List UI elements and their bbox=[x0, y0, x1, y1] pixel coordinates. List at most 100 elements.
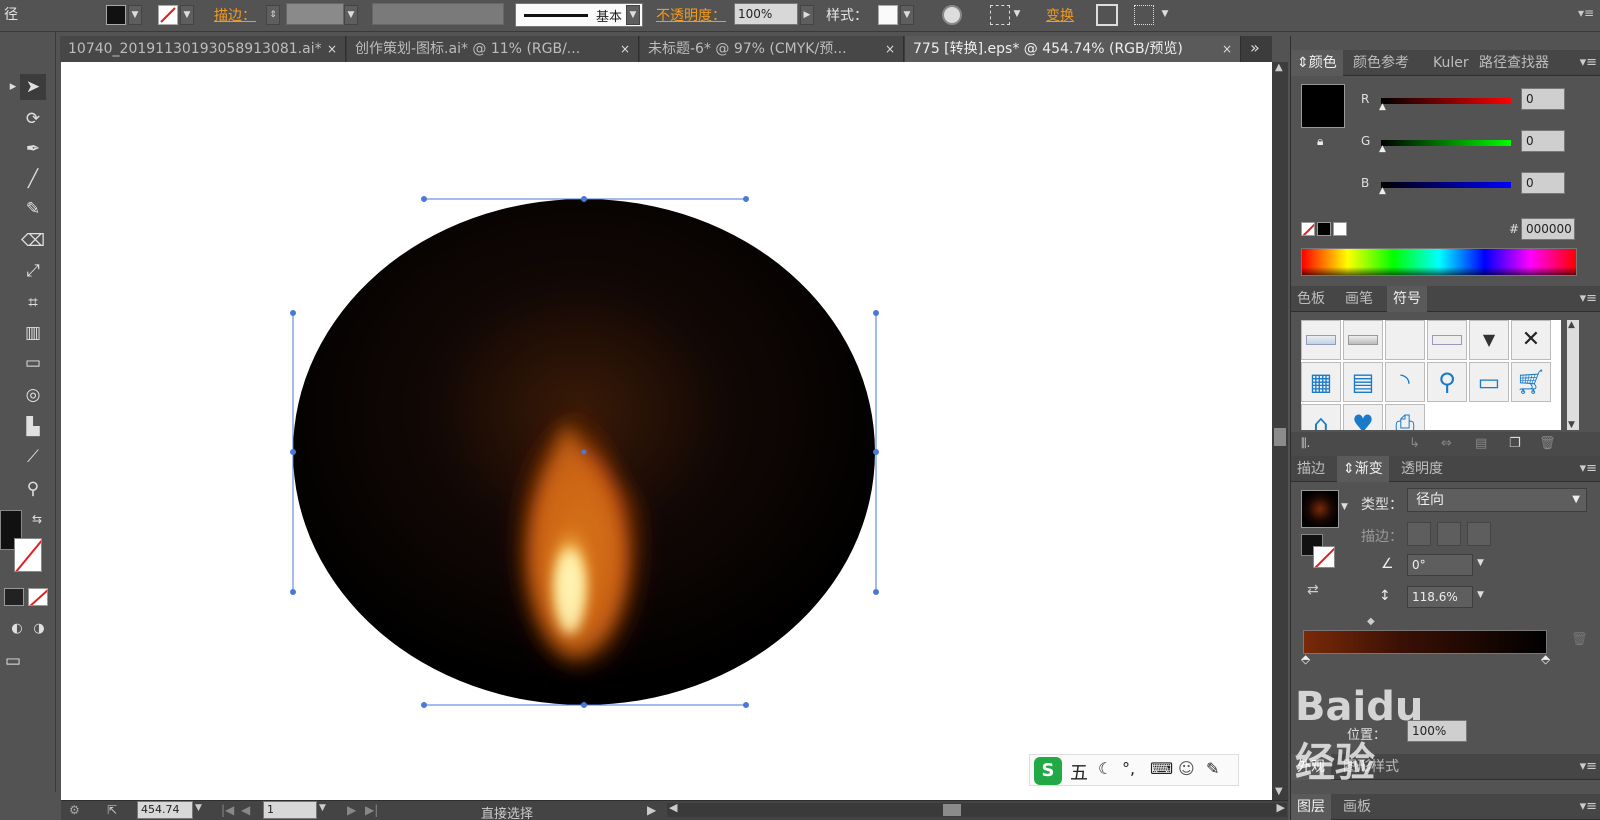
select-similar-dropdown[interactable]: ▼ bbox=[1158, 5, 1172, 25]
fill-dropdown[interactable]: ▼ bbox=[128, 5, 142, 25]
vertical-scrollbar[interactable]: ▲ ▼ bbox=[1272, 62, 1288, 800]
anchor-handle[interactable] bbox=[581, 196, 587, 202]
scroll-up-icon[interactable]: ▲ bbox=[1275, 62, 1283, 73]
align-dropdown[interactable]: ▼ bbox=[1010, 5, 1024, 25]
close-icon[interactable]: × bbox=[327, 36, 337, 62]
tab-document-2[interactable]: 创作策划-图标.ai* @ 11% (RGB/... × bbox=[347, 36, 639, 62]
wrench-icon[interactable]: ✎ bbox=[1206, 759, 1219, 778]
symbol-library-icon[interactable]: ⫼. bbox=[1301, 436, 1310, 451]
graphic-style-dropdown[interactable]: ▼ bbox=[900, 5, 914, 25]
anchor-handle[interactable] bbox=[743, 196, 749, 202]
select-similar-icon[interactable] bbox=[1134, 5, 1154, 25]
gradient-type-select[interactable]: 径向 ▼ bbox=[1407, 488, 1587, 512]
anchor-handle[interactable] bbox=[873, 449, 879, 455]
b-slider-thumb[interactable]: ▲ bbox=[1379, 186, 1386, 196]
close-icon[interactable]: × bbox=[620, 36, 630, 62]
r-slider[interactable] bbox=[1381, 98, 1511, 104]
gradient-stop-right[interactable]: ⬘ bbox=[1541, 652, 1550, 666]
credit-card-icon[interactable]: ▭ bbox=[1469, 362, 1509, 402]
stroke-weight-stepper[interactable]: ⇕ bbox=[266, 5, 280, 25]
panel-menu-icon[interactable]: ▾≡ bbox=[1580, 754, 1597, 780]
tab-artboards[interactable]: 画板 bbox=[1337, 794, 1377, 820]
tab-swatches[interactable]: 色板 bbox=[1291, 286, 1331, 312]
opacity-field[interactable]: 100% bbox=[734, 3, 798, 25]
hscroll-thumb[interactable] bbox=[943, 804, 961, 816]
fill-swatch[interactable] bbox=[106, 5, 126, 25]
scroll-thumb[interactable] bbox=[1274, 428, 1286, 446]
screen-mode-icon[interactable]: ▭ bbox=[0, 648, 26, 674]
punctuation-icon[interactable]: °, bbox=[1122, 759, 1135, 778]
swap-fill-stroke-icon[interactable]: ⇆ bbox=[24, 506, 50, 532]
artboard-dropdown[interactable]: ▼ bbox=[319, 803, 326, 813]
user-icon[interactable]: ☺ bbox=[1178, 759, 1195, 778]
close-icon[interactable]: ✕ bbox=[1511, 320, 1551, 360]
tab-document-3[interactable]: 未标题-6* @ 97% (CMYK/预... × bbox=[640, 36, 904, 62]
home-icon[interactable]: ⌂ bbox=[1301, 404, 1341, 430]
b-field[interactable]: 0 bbox=[1521, 172, 1565, 194]
tab-color-guide[interactable]: 颜色参考 bbox=[1347, 50, 1415, 76]
color-spectrum[interactable] bbox=[1301, 248, 1577, 276]
symbol-button-2[interactable] bbox=[1343, 320, 1383, 360]
color-mode-icon[interactable] bbox=[4, 588, 24, 606]
reverse-gradient-icon[interactable]: ⇄ bbox=[1307, 582, 1319, 598]
paintbrush-tool-icon[interactable]: ✎ bbox=[20, 196, 46, 222]
midpoint-diamond-icon[interactable]: ◆ bbox=[1367, 616, 1375, 627]
anchor-handle[interactable] bbox=[290, 310, 296, 316]
calendar-icon[interactable]: ▦ bbox=[1301, 362, 1341, 402]
stroke-dropdown[interactable]: ▼ bbox=[180, 5, 194, 25]
stroke-across-icon[interactable] bbox=[1467, 522, 1491, 546]
scroll-left-icon[interactable]: ◀ bbox=[669, 801, 677, 814]
blend-tool-icon[interactable]: ◎ bbox=[20, 382, 46, 408]
scroll-down-icon[interactable]: ▼ bbox=[1275, 786, 1283, 797]
aspect-dropdown[interactable]: ▼ bbox=[1477, 590, 1484, 600]
delete-symbol-icon[interactable]: 🗑︎ bbox=[1539, 436, 1556, 451]
graphic-style-swatch[interactable] bbox=[878, 5, 898, 25]
brush-definition[interactable]: 基本 bbox=[515, 3, 643, 27]
draw-behind-icon[interactable]: ◑ bbox=[26, 616, 52, 642]
variable-width-profile[interactable] bbox=[372, 3, 504, 25]
next-artboard-icon[interactable]: ▶ bbox=[347, 803, 356, 817]
lock-icon[interactable]: 🔒︎ bbox=[1317, 134, 1323, 149]
black-color-chip[interactable] bbox=[1317, 222, 1331, 236]
anchor-handle[interactable] bbox=[290, 449, 296, 455]
r-field[interactable]: 0 bbox=[1521, 88, 1565, 110]
zoom-dropdown[interactable]: ▼ bbox=[195, 803, 202, 813]
tab-kuler[interactable]: Kuler bbox=[1427, 50, 1475, 76]
first-artboard-icon[interactable]: |◀ bbox=[221, 803, 234, 817]
scroll-up-icon[interactable]: ▲ bbox=[1568, 320, 1575, 330]
transform-link[interactable]: 变换 bbox=[1046, 5, 1074, 25]
pen-tool-icon[interactable]: ✒ bbox=[20, 136, 46, 162]
panel-menu-icon[interactable]: ▾≡ bbox=[1580, 286, 1597, 312]
hex-field[interactable]: 000000 bbox=[1521, 218, 1575, 240]
gradient-preset-dropdown[interactable]: ▼ bbox=[1341, 502, 1348, 512]
current-color-swatch[interactable] bbox=[1301, 84, 1345, 128]
gradient-preview-swatch[interactable] bbox=[1301, 490, 1339, 528]
tab-overflow-icon[interactable]: » bbox=[1250, 38, 1260, 57]
prev-artboard-icon[interactable]: ◀ bbox=[241, 803, 250, 817]
symbol-button-1[interactable] bbox=[1301, 320, 1341, 360]
zoom-tool-icon[interactable]: ⚲ bbox=[20, 476, 46, 502]
symbol-options-icon[interactable]: ▤ bbox=[1475, 436, 1487, 451]
film-icon[interactable]: ▤ bbox=[1343, 362, 1383, 402]
tab-color[interactable]: ⇕颜色 bbox=[1291, 50, 1343, 76]
none-color-icon[interactable] bbox=[1301, 222, 1315, 236]
graph-tool-icon[interactable]: ▙ bbox=[20, 414, 46, 440]
control-bar-menu-icon[interactable]: ▾≡ bbox=[1578, 6, 1594, 20]
sogou-logo-icon[interactable]: S bbox=[1034, 757, 1062, 785]
heart-icon[interactable]: ♥ bbox=[1343, 404, 1383, 430]
tab-stroke[interactable]: 描边 bbox=[1291, 456, 1331, 482]
stroke-link[interactable]: 描边： bbox=[214, 5, 256, 25]
opacity-link[interactable]: 不透明度： bbox=[656, 5, 726, 25]
cart-icon[interactable]: 🛒︎ bbox=[1511, 362, 1551, 402]
selection-tool-icon[interactable]: ➤ bbox=[20, 74, 46, 100]
tab-document-1[interactable]: 10740_20191130193058913081.ai* × bbox=[60, 36, 346, 62]
status-menu-arrow[interactable]: ▶ bbox=[647, 803, 656, 817]
stroke-within-icon[interactable] bbox=[1407, 522, 1431, 546]
keyboard-icon[interactable]: ⌨ bbox=[1150, 759, 1173, 778]
gradient-stroke-icon[interactable] bbox=[1313, 546, 1335, 568]
tab-transparency[interactable]: 透明度 bbox=[1395, 456, 1449, 482]
magnifier-icon[interactable]: ⚲ bbox=[1427, 362, 1467, 402]
anchor-handle[interactable] bbox=[421, 196, 427, 202]
stroke-along-icon[interactable] bbox=[1437, 522, 1461, 546]
opacity-arrow[interactable]: ▶ bbox=[800, 5, 814, 25]
